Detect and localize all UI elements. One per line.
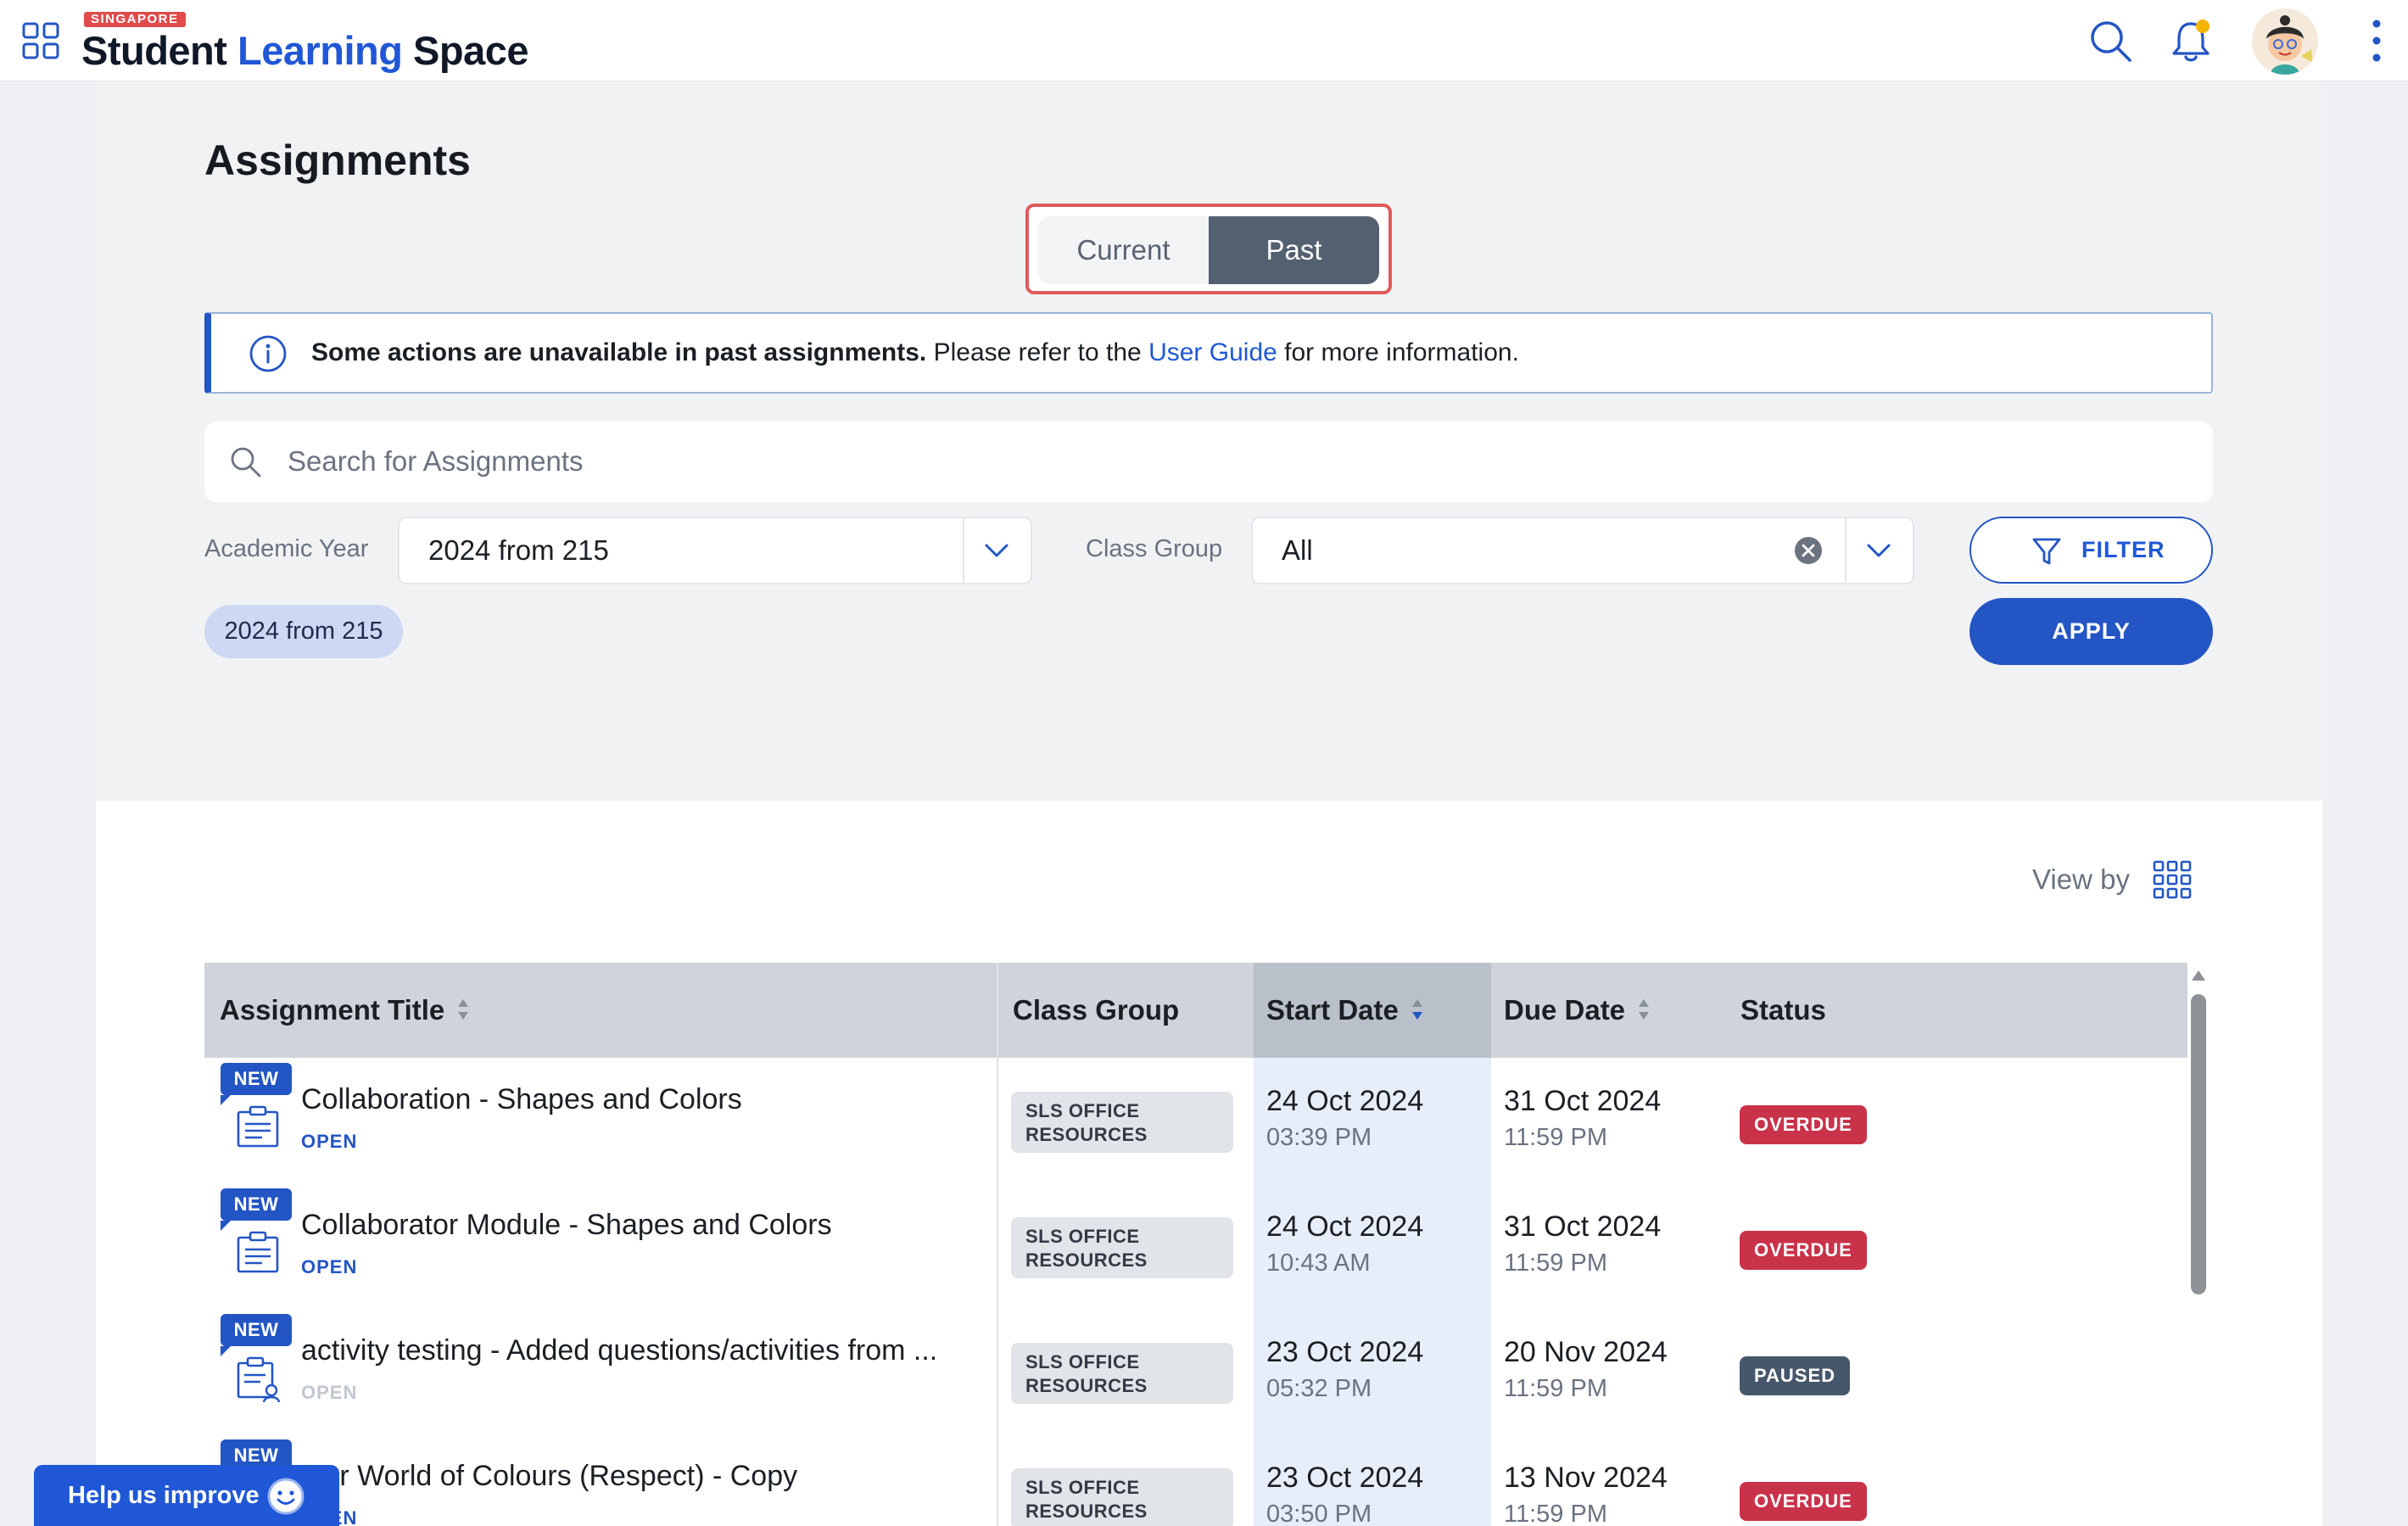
class-group-tag: SLS OFFICE RESOURCES [1011, 1217, 1233, 1278]
due-time: 11:59 PM [1504, 1375, 1607, 1402]
chevron-down-icon[interactable] [981, 535, 1012, 566]
class-group-select[interactable]: All [1251, 517, 1914, 584]
class-group-label: Class Group [1086, 535, 1223, 562]
assignment-title[interactable]: activity testing - Added questions/activ… [301, 1334, 980, 1367]
filter-button-label: FILTER [2081, 537, 2165, 562]
info-banner: Some actions are unavailable in past ass… [204, 312, 2213, 394]
assignment-title[interactable]: Collaboration - Shapes and Colors [301, 1083, 980, 1116]
chevron-down-icon[interactable] [1863, 535, 1894, 566]
new-badge: NEW [221, 1063, 292, 1105]
search-icon[interactable] [2088, 19, 2132, 63]
toggle-current[interactable]: Current [1038, 216, 1209, 284]
sort-descending-icon[interactable] [1411, 998, 1424, 1021]
table-row[interactable]: NEW activity testing - Added questions/a… [204, 1309, 2187, 1434]
assignment-icon [237, 1105, 279, 1148]
start-date: 23 Oct 2024 [1266, 1462, 1424, 1494]
due-date: 20 Nov 2024 [1504, 1336, 1668, 1368]
table-row[interactable]: NEW Collaborator Module - Shapes and Col… [204, 1183, 2187, 1309]
sls-logo[interactable]: SINGAPORE Student Learning Space [81, 10, 528, 73]
filter-button[interactable]: FILTER [1969, 517, 2213, 584]
new-badge: NEW [221, 1188, 292, 1231]
assignment-search [204, 422, 2213, 502]
info-message: Some actions are unavailable in past ass… [311, 338, 1519, 366]
assignment-state: OPEN [301, 1131, 358, 1152]
academic-year-select[interactable]: 2024 from 215 [398, 517, 1032, 584]
status-badge: OVERDUE [1740, 1105, 1867, 1144]
academic-year-chip[interactable]: 2024 from 215 [204, 605, 403, 658]
column-start-date[interactable]: Start Date [1266, 963, 1424, 1058]
due-time: 11:59 PM [1504, 1249, 1607, 1277]
smiley-icon [267, 1478, 304, 1515]
class-group-tag: SLS OFFICE RESOURCES [1011, 1468, 1233, 1526]
start-date: 23 Oct 2024 [1266, 1336, 1424, 1368]
notification-bell-icon[interactable] [2170, 17, 2212, 64]
class-group-value: All [1282, 534, 1313, 566]
due-time: 11:59 PM [1504, 1501, 1607, 1526]
search-input[interactable] [288, 432, 2154, 491]
academic-year-value: 2024 from 215 [428, 534, 609, 566]
filter-funnel-icon [2032, 538, 2061, 565]
start-time: 03:50 PM [1266, 1501, 1372, 1526]
status-badge: OVERDUE [1740, 1231, 1867, 1270]
column-due-date[interactable]: Due Date [1504, 963, 1651, 1058]
page-title: Assignments [204, 137, 471, 184]
due-date: 31 Oct 2024 [1504, 1210, 1662, 1243]
user-guide-link[interactable]: User Guide [1148, 338, 1277, 366]
more-options-icon[interactable] [2366, 19, 2387, 63]
assignment-title[interactable]: Collaborator Module - Shapes and Colors [301, 1209, 980, 1242]
current-past-toggle: Current Past [1038, 216, 1379, 284]
view-by-label: View by [2032, 864, 2130, 895]
assignment-icon [237, 1231, 279, 1273]
scroll-up-arrow-icon[interactable] [2189, 968, 2208, 983]
grid-view-icon[interactable] [2153, 860, 2192, 899]
help-label: Help us improve [68, 1482, 260, 1509]
assignment-shared-icon [237, 1356, 281, 1403]
start-time: 03:39 PM [1266, 1124, 1372, 1151]
top-bar: SINGAPORE Student Learning Space [0, 0, 2408, 81]
assignments-table: Assignment Title Class Group Start Date … [204, 963, 2187, 1526]
sort-icon[interactable] [1637, 998, 1651, 1021]
apps-grid-icon[interactable] [22, 22, 59, 59]
column-assignment-title[interactable]: Assignment Title [220, 963, 470, 1058]
status-badge: OVERDUE [1740, 1482, 1867, 1521]
assignment-title[interactable]: Our World of Colours (Respect) - Copy [301, 1460, 980, 1493]
table-row[interactable]: NEW Our World of Colours (Respect) - Cop… [204, 1434, 2187, 1526]
class-group-tag: SLS OFFICE RESOURCES [1011, 1343, 1233, 1404]
logo-wordmark: Student Learning Space [81, 28, 528, 73]
column-class-group: Class Group [1013, 994, 1180, 1026]
table-header [204, 963, 2187, 1058]
start-time: 10:43 AM [1266, 1249, 1371, 1277]
toggle-past[interactable]: Past [1209, 216, 1379, 284]
help-us-improve-button[interactable]: Help us improve [34, 1465, 339, 1526]
assignment-state: OPEN [301, 1382, 358, 1403]
logo-country-tag: SINGAPORE [84, 12, 186, 27]
start-date: 24 Oct 2024 [1266, 1210, 1424, 1243]
assignment-state: OPEN [301, 1256, 358, 1277]
due-time: 11:59 PM [1504, 1124, 1607, 1151]
new-badge: NEW [221, 1314, 292, 1356]
start-date: 24 Oct 2024 [1266, 1085, 1424, 1117]
due-date: 13 Nov 2024 [1504, 1462, 1668, 1494]
user-avatar[interactable] [2252, 8, 2318, 75]
due-date: 31 Oct 2024 [1504, 1085, 1662, 1117]
table-row[interactable]: NEW Collaboration - Shapes and Colors OP… [204, 1058, 2187, 1183]
status-badge: PAUSED [1740, 1356, 1851, 1395]
scrollbar-thumb[interactable] [2191, 994, 2206, 1294]
info-icon [249, 335, 287, 372]
start-time: 05:32 PM [1266, 1375, 1372, 1402]
apply-button[interactable]: APPLY [1969, 598, 2213, 665]
sort-icon[interactable] [456, 998, 470, 1021]
search-icon [231, 447, 261, 478]
clear-selection-icon[interactable] [1794, 536, 1823, 565]
column-status: Status [1740, 994, 1826, 1026]
class-group-tag: SLS OFFICE RESOURCES [1011, 1092, 1233, 1153]
academic-year-label: Academic Year [204, 535, 369, 562]
